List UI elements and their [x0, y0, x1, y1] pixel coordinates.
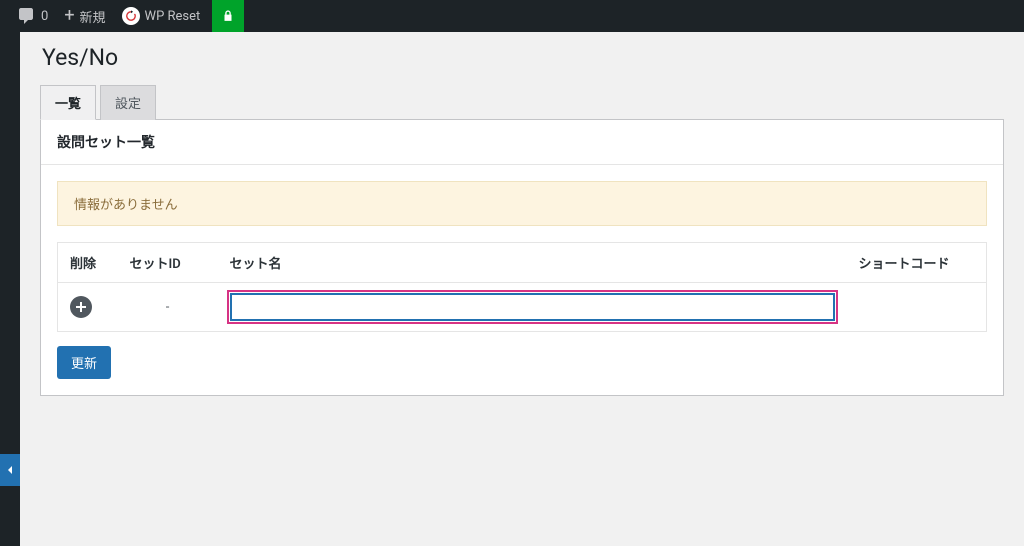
wp-reset-item[interactable]: WP Reset [114, 0, 209, 32]
sets-table: 削除 セットID セット名 ショートコード - [57, 242, 987, 332]
table-row: - [58, 283, 987, 332]
comments-count: 0 [41, 9, 48, 24]
tabs: 一覧 設定 [40, 85, 1004, 120]
notice-text: 情報がありません [74, 198, 178, 213]
lock-icon [221, 9, 235, 23]
new-label: 新規 [80, 7, 106, 26]
main-content: Yes/No 一覧 設定 設問セット一覧 情報がありません 削除 セットID セ… [20, 32, 1024, 416]
notice-warning: 情報がありません [57, 181, 987, 226]
wp-reset-icon [122, 7, 140, 25]
cell-shortcode [847, 283, 987, 332]
wp-reset-label: WP Reset [145, 9, 201, 24]
new-item[interactable]: + 新規 [56, 0, 113, 32]
panel: 設問セット一覧 情報がありません 削除 セットID セット名 ショートコード [40, 120, 1004, 396]
panel-heading: 設問セット一覧 [41, 120, 1003, 165]
cell-set-id: - [118, 283, 218, 332]
admin-toolbar: 0 + 新規 WP Reset [0, 0, 1024, 32]
tab-settings[interactable]: 設定 [100, 85, 156, 120]
admin-sidebar-collapsed [0, 32, 20, 546]
plus-icon: + [64, 7, 74, 25]
th-set-id: セットID [118, 243, 218, 283]
tab-list[interactable]: 一覧 [40, 85, 96, 120]
lock-badge[interactable] [212, 0, 244, 32]
plus-circle-icon [75, 301, 87, 313]
chevron-left-icon [5, 465, 15, 475]
set-name-input[interactable] [230, 293, 835, 321]
comment-icon [16, 6, 36, 26]
th-shortcode: ショートコード [847, 243, 987, 283]
page-title: Yes/No [42, 44, 1004, 71]
th-set-name: セット名 [218, 243, 847, 283]
comments-item[interactable]: 0 [8, 0, 56, 32]
update-button[interactable]: 更新 [57, 346, 111, 379]
collapse-menu-tab[interactable] [0, 454, 20, 486]
panel-body: 情報がありません 削除 セットID セット名 ショートコード [41, 165, 1003, 395]
add-row-button[interactable] [70, 296, 92, 318]
th-delete: 削除 [58, 243, 118, 283]
